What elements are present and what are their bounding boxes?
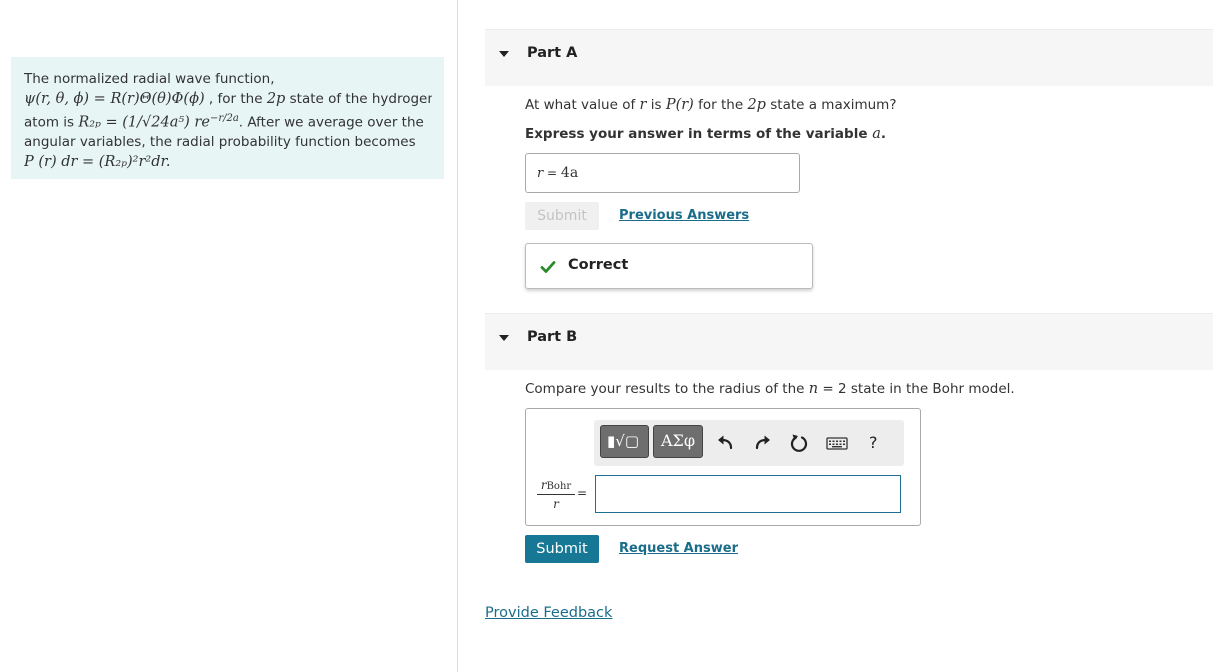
problem-text: . After we average over the: [238, 114, 424, 131]
part-a-header[interactable]: Part A: [485, 29, 1213, 86]
equals-sign: =: [577, 486, 588, 500]
redo-icon[interactable]: [752, 433, 772, 453]
templates-button[interactable]: ▮√▢: [600, 425, 649, 458]
wave-function-math: ψ(r, θ, ϕ) = R(r)Θ(θ)Φ(ϕ): [24, 90, 205, 107]
collapse-caret-icon[interactable]: [499, 51, 509, 57]
problem-line-4: angular variables, the radial probabilit…: [24, 133, 432, 153]
question-text: = 2 state in the Bohr model.: [818, 381, 1015, 397]
provide-feedback-link[interactable]: Provide Feedback: [485, 605, 612, 621]
check-icon: [540, 261, 556, 273]
answer-fraction-label: rBohr r: [537, 478, 575, 511]
state-math: 2p: [266, 90, 286, 107]
part-a-answer-field[interactable]: r = 4a: [525, 153, 800, 193]
help-icon[interactable]: ?: [869, 433, 878, 452]
instruction-text: .: [880, 126, 886, 142]
equation-toolbar: ▮√▢ ΑΣφ ?: [594, 420, 904, 466]
problem-text: The normalized radial wave function,: [24, 71, 275, 87]
collapse-caret-icon[interactable]: [499, 335, 509, 341]
correct-label: Correct: [568, 257, 629, 273]
part-a-instruction: Express your answer in terms of the vari…: [525, 126, 886, 142]
question-math: n: [808, 381, 819, 397]
templates-icon: ▮√▢: [607, 432, 639, 450]
question-text: At what value of: [525, 97, 640, 113]
probability-function-math: P (r) dr = (R₂ₚ)²r²dr.: [24, 153, 171, 170]
problem-text: state of the hydrogen: [285, 90, 432, 107]
problem-line-1: The normalized radial wave function,: [24, 70, 432, 90]
exponent-math: −r/2a: [209, 113, 239, 124]
question-math: 2p: [747, 97, 766, 113]
part-b-answer-input[interactable]: [595, 475, 901, 513]
answer-equals: =: [543, 166, 561, 180]
problem-line-5: P (r) dr = (R₂ₚ)²r²dr.: [24, 153, 432, 173]
part-b-title: Part B: [527, 329, 578, 345]
keyboard-icon[interactable]: [826, 433, 848, 453]
question-math: P(r): [665, 97, 694, 113]
left-pane: The normalized radial wave function, ψ(r…: [0, 0, 458, 672]
problem-line-3: atom is R₂ₚ = (1/√24a⁵) re−r/2a. After w…: [24, 109, 432, 133]
request-answer-link[interactable]: Request Answer: [619, 541, 738, 556]
previous-answers-link[interactable]: Previous Answers: [619, 208, 749, 223]
correct-feedback: Correct: [525, 243, 813, 289]
question-text: Compare your results to the radius of th…: [525, 381, 809, 397]
problem-text: angular variables, the radial probabilit…: [24, 134, 416, 150]
instruction-text: Express your answer in terms of the vari…: [525, 126, 873, 142]
part-a-question: At what value of r is P(r) for the 2p st…: [525, 97, 896, 113]
part-a-title: Part A: [527, 45, 578, 61]
part-b-submit-button[interactable]: Submit: [525, 535, 599, 563]
symbols-button[interactable]: ΑΣφ: [653, 425, 703, 458]
reset-icon[interactable]: [789, 433, 809, 453]
instruction-math: a: [872, 126, 881, 142]
part-b-question: Compare your results to the radius of th…: [525, 381, 1015, 397]
question-text: is: [646, 97, 666, 113]
problem-text: , for the: [204, 90, 267, 107]
question-text: for the: [693, 97, 748, 113]
answer-value: 4a: [560, 165, 579, 181]
fraction-denominator: r: [553, 497, 559, 511]
radial-function-math: R₂ₚ = (1/√24a⁵) re: [78, 114, 210, 131]
undo-icon[interactable]: [716, 433, 736, 453]
problem-statement: The normalized radial wave function, ψ(r…: [11, 57, 444, 179]
problem-line-2: ψ(r, θ, ϕ) = R(r)Θ(θ)Φ(ϕ) , for the 2p s…: [24, 90, 432, 110]
symbols-icon: ΑΣφ: [661, 431, 696, 450]
problem-text: atom is: [24, 114, 79, 131]
part-b-header[interactable]: Part B: [485, 313, 1213, 370]
part-a-submit-button[interactable]: Submit: [525, 202, 599, 230]
question-text: state a maximum?: [765, 97, 897, 113]
fraction-numerator: rBohr: [537, 478, 575, 495]
